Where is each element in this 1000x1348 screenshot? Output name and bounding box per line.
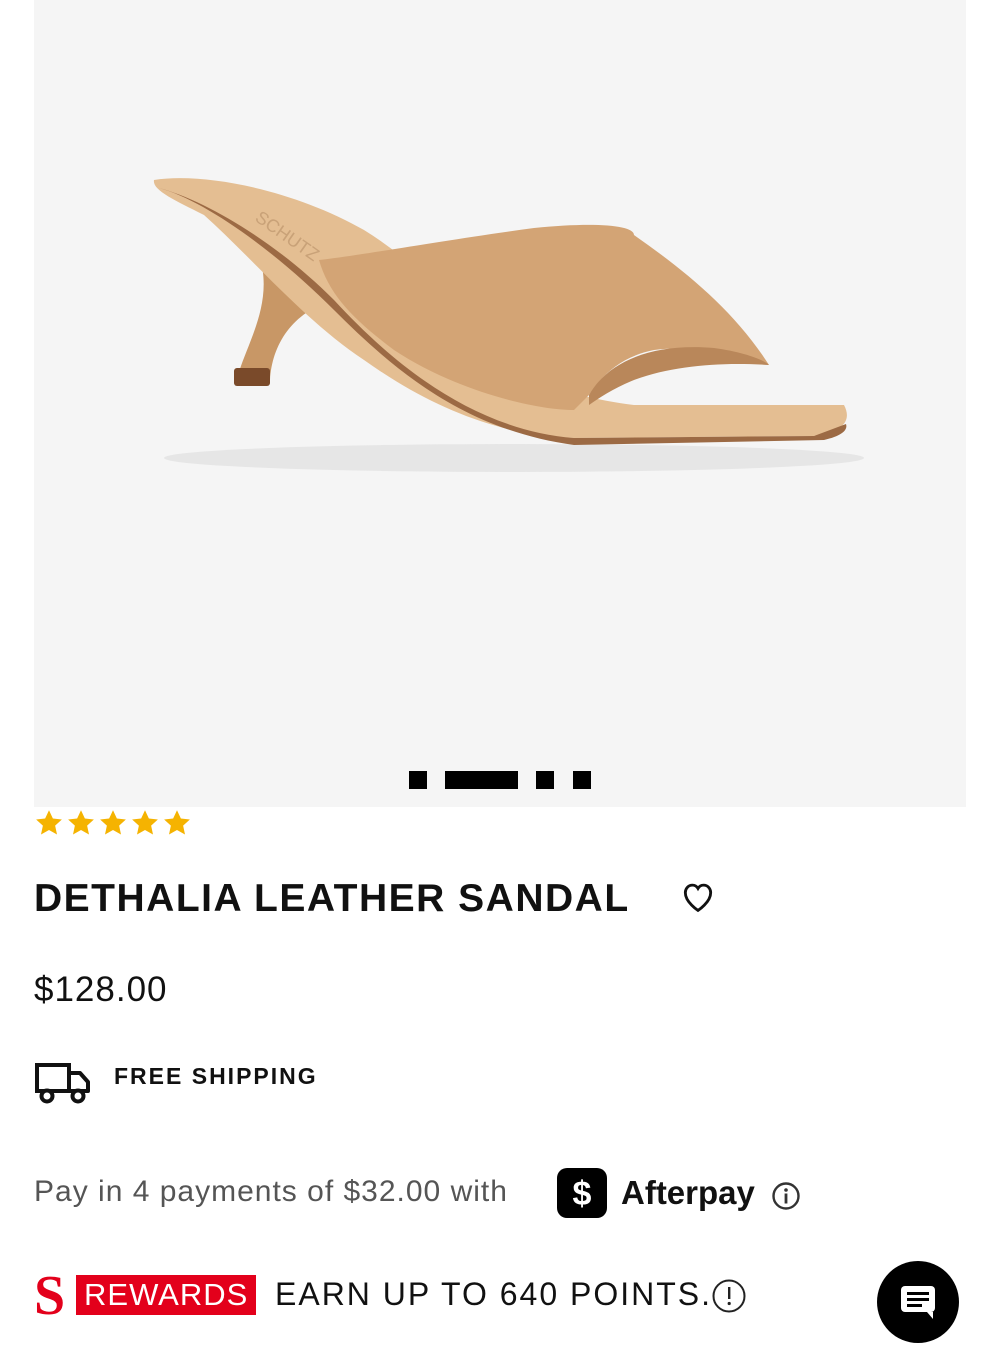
star-icon bbox=[164, 810, 190, 835]
gallery-dot[interactable] bbox=[536, 771, 554, 789]
star-icon bbox=[100, 810, 126, 835]
wishlist-heart-icon[interactable] bbox=[678, 878, 718, 916]
gallery-dot[interactable] bbox=[573, 771, 591, 789]
star-icon bbox=[68, 810, 94, 835]
free-shipping-label: FREE SHIPPING bbox=[114, 1063, 318, 1089]
gallery-dot[interactable] bbox=[409, 771, 427, 789]
afterpay-dollar-icon: $ bbox=[557, 1168, 607, 1218]
star-icon bbox=[132, 810, 158, 835]
product-image-gallery[interactable]: SCHUTZ bbox=[34, 0, 966, 807]
chat-icon bbox=[901, 1286, 935, 1319]
star-icon bbox=[36, 810, 62, 835]
afterpay-installments-text: Pay in 4 payments of $32.00 with bbox=[34, 1175, 508, 1208]
rating-stars[interactable] bbox=[34, 808, 192, 838]
chat-button[interactable] bbox=[877, 1261, 959, 1343]
product-image: SCHUTZ bbox=[153, 178, 864, 472]
rewards-badge: REWARDS bbox=[76, 1275, 257, 1315]
rewards-points-text: EARN UP TO 640 POINTS. bbox=[275, 1276, 713, 1312]
svg-text:$: $ bbox=[573, 1175, 592, 1213]
gallery-pagination bbox=[34, 771, 966, 789]
product-price: $128.00 bbox=[34, 970, 168, 1009]
exclamation-info-icon[interactable] bbox=[711, 1278, 747, 1314]
info-icon[interactable] bbox=[771, 1181, 801, 1211]
product-title: DETHALIA LEATHER SANDAL bbox=[34, 877, 630, 920]
gallery-dot-active[interactable] bbox=[445, 771, 518, 789]
rewards-logo-letter: S bbox=[34, 1265, 66, 1327]
afterpay-brand: Afterpay bbox=[621, 1174, 755, 1211]
truck-icon bbox=[35, 1063, 90, 1104]
